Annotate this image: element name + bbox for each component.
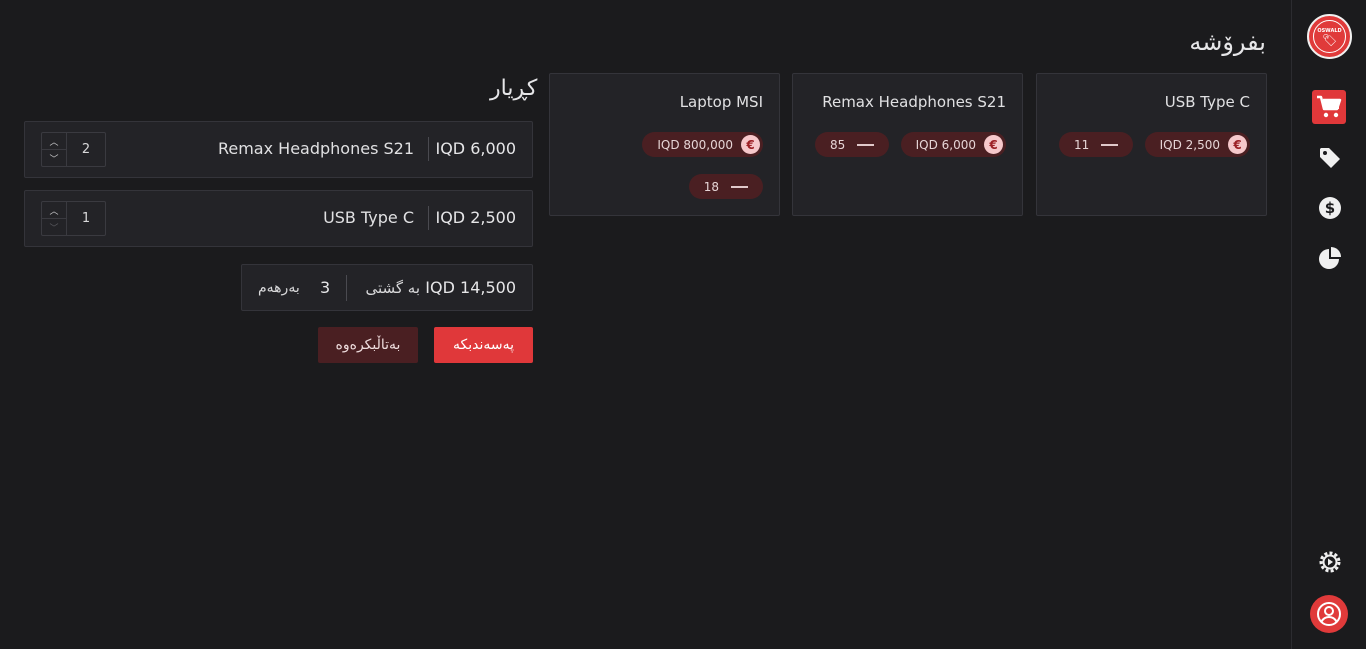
sidebar-item-finance[interactable]: $ <box>1312 190 1347 225</box>
stepper-arrows: ︿ ﹀ <box>42 202 67 235</box>
page-title: بفرۆشە <box>1189 28 1266 56</box>
svg-text:$: $ <box>1324 199 1334 217</box>
divider <box>428 137 429 161</box>
price-value: IQD 6,000 <box>915 137 976 152</box>
logo-badge: OSWALD 🏷 <box>1313 20 1346 53</box>
sidebar-item-settings[interactable] <box>1312 544 1347 579</box>
chevron-down-icon[interactable]: ﹀ <box>42 219 66 235</box>
user-profile-button[interactable] <box>1310 595 1348 633</box>
dollar-icon: $ <box>1318 196 1341 219</box>
cart-item-price: IQD 6,000 <box>435 139 516 158</box>
currency-icon: € <box>741 135 760 154</box>
total-label: بە گشتی <box>365 279 420 297</box>
dash-icon <box>731 185 748 188</box>
cart-summary: بەرهەم 3 بە گشتی IQD 14,500 <box>241 264 533 311</box>
chevron-up-icon[interactable]: ︿ <box>42 133 66 150</box>
cancel-button[interactable]: بەتاڵبکرەوە <box>318 327 418 363</box>
product-name: Laptop MSI <box>679 93 763 111</box>
divider <box>428 206 429 230</box>
product-name: Remax Headphones S21 <box>822 93 1006 111</box>
quantity-stepper: ︿ ﹀ 2 <box>41 132 106 167</box>
product-name: USB Type C <box>1164 93 1250 111</box>
dash-icon <box>1101 143 1119 146</box>
dash-icon <box>857 143 875 146</box>
price-value: IQD 2,500 <box>1159 137 1220 152</box>
settings-icon <box>1319 551 1340 572</box>
stock-badge: 85 <box>815 132 890 157</box>
chevron-up-icon[interactable]: ︿ <box>42 202 66 219</box>
item-count-value: 3 <box>320 278 331 297</box>
sidebar: OSWALD 🏷 $ <box>1291 0 1366 649</box>
cart-item: ︿ ﹀ 1 USB Type C IQD 2,500 <box>24 190 533 247</box>
quantity-value[interactable]: 1 <box>67 202 105 235</box>
stock-value: 18 <box>703 179 719 194</box>
total-value: IQD 14,500 <box>425 278 516 297</box>
sidebar-item-products[interactable] <box>1312 140 1347 175</box>
cart-item-name: Remax Headphones S21 <box>217 139 414 158</box>
quantity-value[interactable]: 2 <box>67 133 105 166</box>
app-logo[interactable]: OSWALD 🏷 <box>1307 14 1352 59</box>
cart-icon <box>1317 95 1342 118</box>
divider <box>346 275 347 301</box>
stock-badge: 11 <box>1059 132 1134 157</box>
price-badge: IQD 2,500 € <box>1144 132 1250 157</box>
stock-badge: 18 <box>688 174 763 199</box>
product-card[interactable]: Remax Headphones S21 IQD 6,000 € 85 <box>792 73 1023 216</box>
currency-icon: € <box>1228 135 1247 154</box>
cart-item-price: IQD 2,500 <box>435 208 516 227</box>
pie-chart-icon <box>1318 246 1341 269</box>
product-card[interactable]: USB Type C IQD 2,500 € 11 <box>1036 73 1267 216</box>
logo-tag-icon: 🏷 <box>1321 32 1338 47</box>
cart-title: کڕیار <box>490 76 538 101</box>
stock-value: 85 <box>830 137 846 152</box>
sidebar-item-reports[interactable] <box>1312 240 1347 275</box>
cart-item-name: USB Type C <box>323 208 414 227</box>
tag-icon <box>1319 147 1340 168</box>
cart-item: ︿ ﹀ 2 Remax Headphones S21 IQD 6,000 <box>24 121 533 178</box>
item-count-label: بەرهەم <box>258 280 300 296</box>
stepper-arrows: ︿ ﹀ <box>42 133 67 166</box>
product-card[interactable]: Laptop MSI IQD 800,000 € 18 <box>549 73 780 216</box>
price-badge: IQD 800,000 € <box>642 132 763 157</box>
price-badge: IQD 6,000 € <box>900 132 1006 157</box>
currency-icon: € <box>984 135 1003 154</box>
quantity-stepper: ︿ ﹀ 1 <box>41 201 106 236</box>
sidebar-item-sell[interactable] <box>1312 90 1346 124</box>
confirm-button[interactable]: پەسەندبکە <box>434 327 533 363</box>
user-icon <box>1317 602 1341 626</box>
price-value: IQD 800,000 <box>657 137 733 152</box>
stock-value: 11 <box>1074 137 1090 152</box>
chevron-down-icon[interactable]: ﹀ <box>42 150 66 166</box>
